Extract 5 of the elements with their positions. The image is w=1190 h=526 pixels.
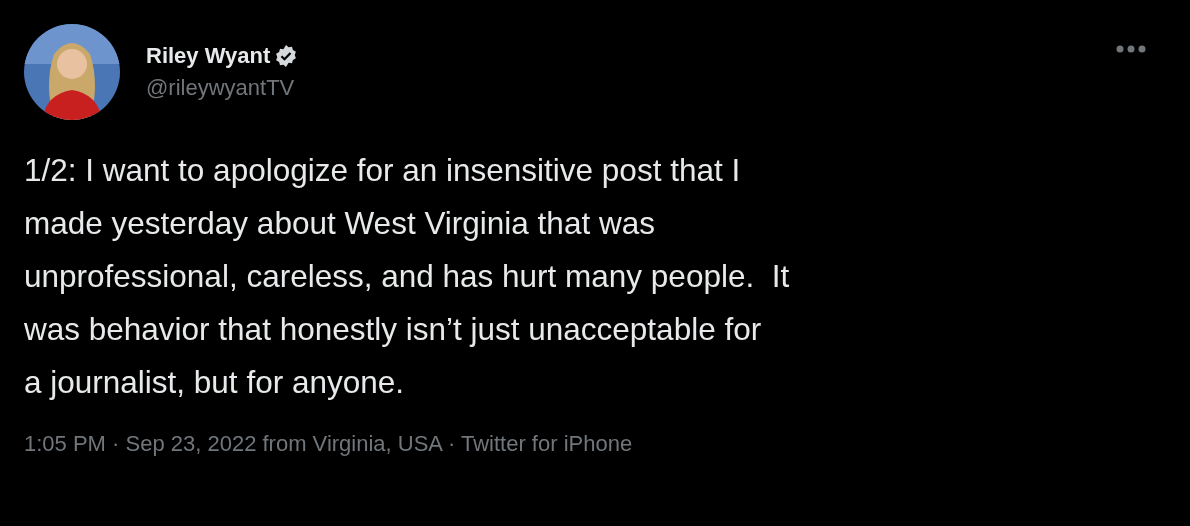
user-name[interactable]: Riley Wyant [146, 43, 271, 69]
tweet-meta: 1:05 PM · Sep 23, 2022 from Virginia, USA · Twitter for iPhone [24, 431, 633, 457]
more-icon[interactable] [1116, 44, 1146, 54]
tweet-text: 1/2: I want to apologize for an insensitive post that I made yesterday about West Virginia that was unprofessional, careless, and has hurt many people. It was behavior that honestly isn’t just unacceptable for a journalist, but for anyone. [24, 151, 791, 402]
user-handle[interactable]: @rileywyantTV [146, 75, 299, 101]
